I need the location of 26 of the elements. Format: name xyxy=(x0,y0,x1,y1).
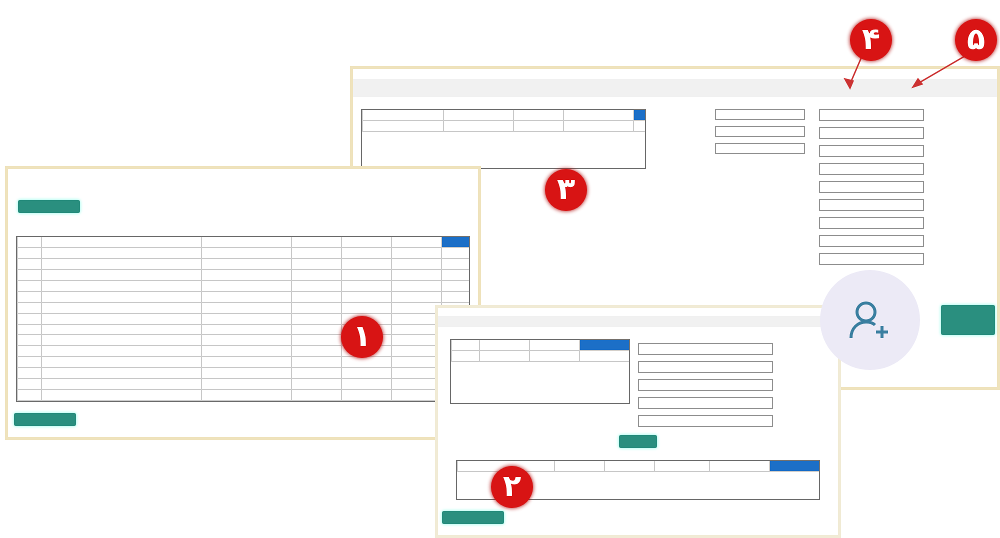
add-button[interactable] xyxy=(619,435,657,448)
spin-field[interactable] xyxy=(715,143,805,154)
input-field[interactable] xyxy=(638,379,773,392)
input-field[interactable] xyxy=(638,343,773,356)
spin-field[interactable] xyxy=(715,126,805,137)
row-selector-cell[interactable] xyxy=(441,237,469,247)
input-field[interactable] xyxy=(819,109,924,121)
input-field[interactable] xyxy=(819,235,924,247)
row-selector-cell[interactable] xyxy=(579,340,629,350)
input-field[interactable] xyxy=(819,217,924,229)
row-selector-cell[interactable] xyxy=(769,461,819,472)
spin-field[interactable] xyxy=(715,109,805,120)
pointer-arrow xyxy=(844,56,863,90)
input-field[interactable] xyxy=(819,253,924,265)
input-field[interactable] xyxy=(819,127,924,139)
input-field[interactable] xyxy=(819,181,924,193)
number-badge: ۵ xyxy=(955,19,997,61)
input-field[interactable] xyxy=(638,415,773,428)
number-badge: ۴ xyxy=(850,19,892,61)
pointer-arrow xyxy=(911,55,966,88)
input-field[interactable] xyxy=(819,145,924,157)
input-field[interactable] xyxy=(819,163,924,175)
input-field[interactable] xyxy=(638,397,773,410)
input-field[interactable] xyxy=(638,361,773,374)
row-selector-cell[interactable] xyxy=(633,110,645,120)
input-field[interactable] xyxy=(819,199,924,211)
